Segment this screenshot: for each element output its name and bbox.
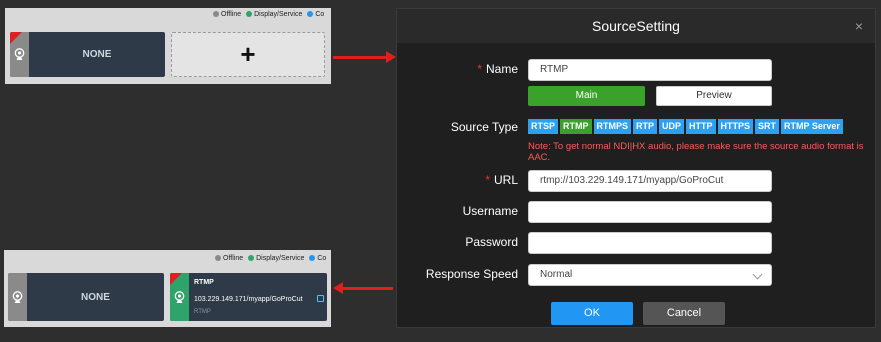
username-label: Username (462, 204, 518, 218)
name-input[interactable]: RTMP (528, 59, 772, 81)
source-tile-none[interactable]: NONE (10, 32, 165, 77)
response-speed-value: Normal (540, 269, 573, 280)
selected-corner-mark (10, 32, 22, 44)
password-input[interactable] (528, 232, 772, 254)
source-type-udp[interactable]: UDP (659, 119, 685, 134)
source-type-rtmp-server[interactable]: RTMP Server (781, 119, 843, 134)
webcam-icon (14, 48, 25, 60)
legend-co: Co (309, 255, 326, 262)
ok-button[interactable]: OK (551, 302, 633, 325)
channel-panel-after: Offline Display/Service Co NONE RTMP 103… (4, 250, 331, 327)
selected-corner-mark (170, 273, 182, 285)
source-tile-rtmp[interactable]: RTMP 103.229.149.171/myapp/GoProCut RTMP (170, 273, 327, 321)
arrow-left-icon (333, 282, 393, 294)
source-tile-none[interactable]: NONE (8, 273, 164, 321)
legend-co: Co (307, 11, 324, 18)
add-source-button[interactable]: + (171, 32, 325, 77)
close-icon[interactable]: × (855, 9, 863, 43)
display-dot-icon (246, 11, 253, 17)
co-dot-icon (309, 255, 316, 261)
legend-offline: Offline (215, 255, 243, 262)
source-type-tabs: RTSP RTMP RTMPS RTP UDP HTTP HTTPS SRT R… (528, 119, 843, 134)
display-dot-icon (248, 255, 255, 261)
arrow-right-icon (333, 51, 396, 63)
source-type-rtmps[interactable]: RTMPS (593, 119, 632, 134)
password-label: Password (465, 235, 518, 249)
co-dot-icon (307, 11, 314, 17)
link-icon[interactable] (317, 295, 324, 302)
name-label: * Name (477, 62, 518, 76)
plus-icon: + (240, 39, 256, 69)
required-mark: * (485, 173, 490, 187)
rtmp-tile-url: 103.229.149.171/myapp/GoProCut (194, 296, 303, 303)
source-setting-dialog: SourceSetting × * Name RTMP Main Preview … (396, 8, 876, 328)
legend-display: Display/Service (246, 11, 302, 18)
required-mark: * (477, 62, 482, 76)
url-label: * URL (485, 173, 518, 187)
rtmp-tile-type: RTMP (194, 309, 211, 315)
cancel-button[interactable]: Cancel (643, 302, 725, 325)
tile-status-bar (8, 273, 27, 321)
dialog-header: SourceSetting × (397, 9, 875, 43)
dialog-title: SourceSetting (592, 18, 680, 34)
offline-dot-icon (215, 255, 221, 261)
chevron-down-icon (752, 269, 763, 280)
legend-display: Display/Service (248, 255, 304, 262)
source-type-rtmp[interactable]: RTMP (560, 119, 592, 134)
preview-button[interactable]: Preview (656, 86, 772, 106)
webcam-icon (12, 290, 23, 303)
source-type-https[interactable]: HTTPS (717, 119, 754, 134)
offline-dot-icon (213, 11, 219, 17)
url-input[interactable]: rtmp://103.229.149.171/myapp/GoProCut (528, 170, 772, 192)
source-type-http[interactable]: HTTP (686, 119, 716, 134)
legend-offline: Offline (213, 11, 241, 18)
status-legend: Offline Display/Service Co (215, 255, 326, 262)
rtmp-tile-info: RTMP 103.229.149.171/myapp/GoProCut RTMP (192, 273, 327, 321)
source-type-rtsp[interactable]: RTSP (528, 119, 559, 134)
source-type-label: Source Type (450, 120, 518, 134)
channel-panel-before: Offline Display/Service Co NONE + (5, 8, 331, 84)
status-legend: Offline Display/Service Co (213, 11, 324, 18)
tile-label: NONE (82, 49, 112, 60)
source-type-rtp[interactable]: RTP (633, 119, 658, 134)
username-input[interactable] (528, 201, 772, 223)
response-speed-label: Response Speed (425, 267, 518, 281)
main-button[interactable]: Main (528, 86, 645, 106)
webcam-icon (174, 290, 185, 303)
response-speed-select[interactable]: Normal (528, 264, 772, 286)
source-type-srt[interactable]: SRT (755, 119, 780, 134)
tile-label: NONE (81, 291, 110, 303)
audio-note: Note: To get normal NDI|HX audio, please… (528, 141, 864, 163)
rtmp-tile-name: RTMP (194, 279, 214, 286)
